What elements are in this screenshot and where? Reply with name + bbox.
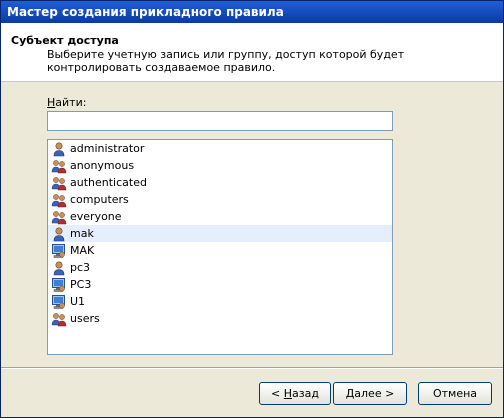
list-item-label: authenticated	[70, 176, 147, 189]
list-item-label: anonymous	[70, 159, 135, 172]
list-item[interactable]: computers	[48, 191, 392, 208]
search-label: Найти:	[47, 96, 86, 109]
group-icon	[51, 175, 67, 191]
list-item[interactable]: mak	[48, 225, 392, 242]
back-button-label: азад	[292, 387, 319, 400]
group-icon	[51, 158, 67, 174]
back-button-accelerator: Н	[283, 387, 293, 400]
computer-icon	[51, 294, 67, 310]
user-icon	[51, 141, 67, 157]
title-bar[interactable]: Мастер создания прикладного правила	[1, 1, 503, 23]
list-item[interactable]: U1	[48, 293, 392, 310]
user-icon	[51, 260, 67, 276]
cancel-button[interactable]: Отмена	[418, 382, 492, 405]
list-item-label: U1	[70, 295, 86, 308]
next-button[interactable]: Далее >	[333, 382, 407, 405]
account-listbox[interactable]: administrator anonymous authenticated compu…	[47, 139, 393, 355]
footer-divider	[1, 367, 503, 369]
list-item[interactable]: anonymous	[48, 157, 392, 174]
page-title: Субъект доступа	[11, 34, 119, 47]
list-item[interactable]: pc3	[48, 259, 392, 276]
list-item-label: MAK	[70, 244, 95, 257]
window-title: Мастер создания прикладного правила	[7, 5, 284, 19]
wizard-header: Субъект доступа Выберите учетную запись …	[1, 23, 503, 82]
computer-icon	[51, 277, 67, 293]
wizard-window: Мастер создания прикладного правила Субъ…	[0, 0, 504, 418]
next-button-accelerator: Д	[345, 387, 355, 400]
list-item-label: mak	[70, 227, 94, 240]
group-icon	[51, 311, 67, 327]
search-input[interactable]	[47, 111, 393, 131]
page-description: Выберите учетную запись или группу, дост…	[47, 48, 405, 74]
list-item[interactable]: everyone	[48, 208, 392, 225]
search-label-text: айти:	[55, 96, 87, 109]
list-item-label: everyone	[70, 210, 122, 223]
list-item-label: PC3	[70, 278, 92, 291]
list-item[interactable]: PC3	[48, 276, 392, 293]
wizard-content: Найти: administrator anonymous authenticat…	[1, 82, 503, 367]
list-item[interactable]: users	[48, 310, 392, 327]
user-icon	[51, 226, 67, 242]
back-button-prefix: <	[271, 387, 284, 400]
group-icon	[51, 192, 67, 208]
list-item-label: computers	[70, 193, 129, 206]
next-button-label: алее >	[354, 387, 395, 400]
list-item-label: pc3	[70, 261, 91, 274]
list-item[interactable]: authenticated	[48, 174, 392, 191]
back-button[interactable]: < Назад	[259, 382, 331, 405]
list-item[interactable]: MAK	[48, 242, 392, 259]
list-item[interactable]: administrator	[48, 140, 392, 157]
group-icon	[51, 209, 67, 225]
list-item-label: users	[70, 312, 100, 325]
computer-icon	[51, 243, 67, 259]
list-item-label: administrator	[70, 142, 145, 155]
